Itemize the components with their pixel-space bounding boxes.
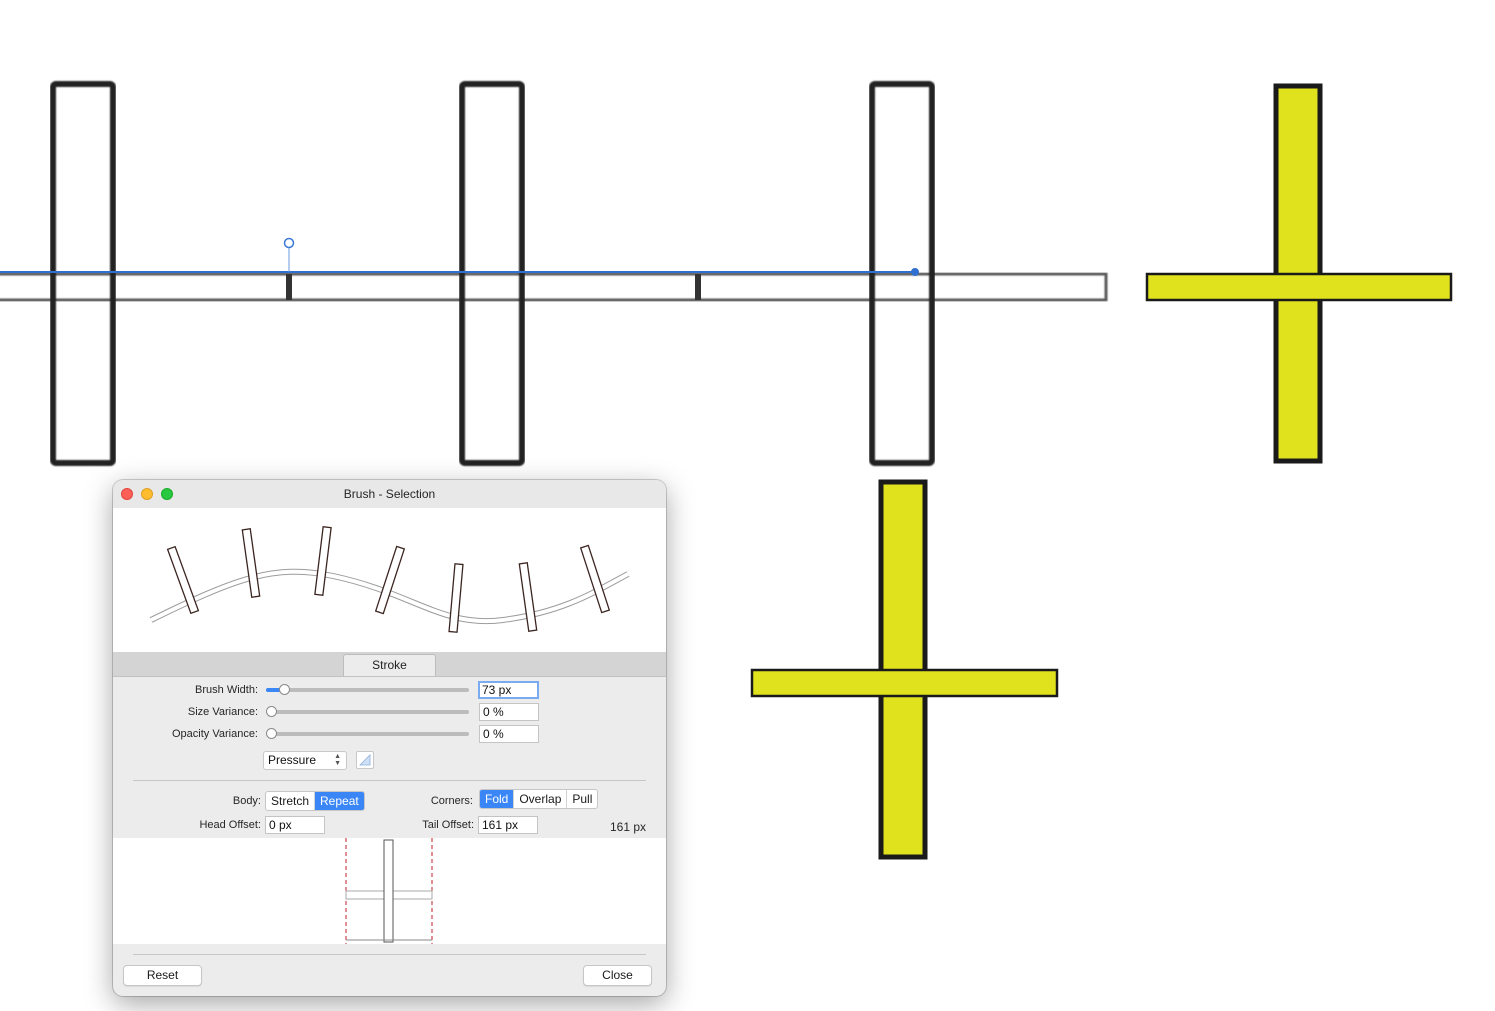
corners-option-overlap[interactable]: Overlap — [514, 790, 568, 808]
body-option-repeat[interactable]: Repeat — [315, 792, 364, 810]
divider — [133, 954, 646, 955]
tail-offset-field[interactable]: 161 px — [478, 816, 538, 834]
slider-knob[interactable] — [266, 706, 277, 717]
opacity-variance-field[interactable]: 0 % — [479, 725, 539, 743]
body-option-stretch[interactable]: Stretch — [266, 792, 316, 810]
pressure-select-value: Pressure — [268, 753, 317, 767]
corners-segmented-control[interactable]: Fold Overlap Pull — [479, 789, 599, 809]
body-segmented-control[interactable]: Stretch Repeat — [265, 791, 365, 811]
size-variance-label: Size Variance: — [187, 706, 258, 718]
texture-length-readout: 161 px — [610, 820, 647, 834]
tab-bar: Stroke — [113, 652, 666, 677]
size-variance-field[interactable]: 0 % — [479, 703, 539, 721]
corners-label: Corners: — [430, 795, 473, 807]
size-variance-slider[interactable] — [266, 706, 469, 717]
head-offset-label: Head Offset: — [199, 819, 261, 831]
slider-knob[interactable] — [279, 684, 290, 695]
bezier-handle[interactable] — [283, 237, 295, 249]
slider-knob[interactable] — [266, 728, 277, 739]
brush-preview — [113, 508, 666, 652]
close-button[interactable]: Close — [583, 965, 652, 986]
brush-width-field[interactable]: 73 px — [478, 681, 539, 699]
brush-panel: Brush - Selection Stroke Brush Width: 73… — [113, 480, 666, 996]
brush-width-slider[interactable] — [266, 684, 469, 695]
brush-stroke-path[interactable] — [0, 272, 1108, 302]
window-title: Brush - Selection — [343, 487, 436, 501]
divider — [133, 780, 646, 781]
title-bar[interactable]: Brush - Selection — [113, 480, 666, 508]
yellow-cross-shape-1[interactable] — [1145, 83, 1453, 464]
opacity-variance-label: Opacity Variance: — [171, 728, 258, 740]
body-label: Body: — [232, 795, 261, 807]
pressure-curve-icon[interactable] — [356, 751, 374, 769]
head-offset-field[interactable]: 0 px — [265, 816, 325, 834]
corners-option-pull[interactable]: Pull — [567, 790, 597, 808]
anchor-point[interactable] — [911, 268, 919, 276]
texture-preview[interactable] — [113, 838, 666, 944]
reset-button[interactable]: Reset — [123, 965, 202, 986]
corners-option-fold[interactable]: Fold — [480, 790, 515, 808]
yellow-cross-shape-2[interactable] — [750, 479, 1059, 860]
brush-width-label: Brush Width: — [195, 684, 258, 696]
opacity-variance-slider[interactable] — [266, 728, 469, 739]
popup-arrows-icon: ▲ ▼ — [334, 753, 341, 767]
tail-offset-label: Tail Offset: — [422, 819, 474, 831]
tab-stroke[interactable]: Stroke — [343, 654, 436, 676]
pressure-select[interactable]: Pressure ▲ ▼ — [263, 751, 347, 770]
